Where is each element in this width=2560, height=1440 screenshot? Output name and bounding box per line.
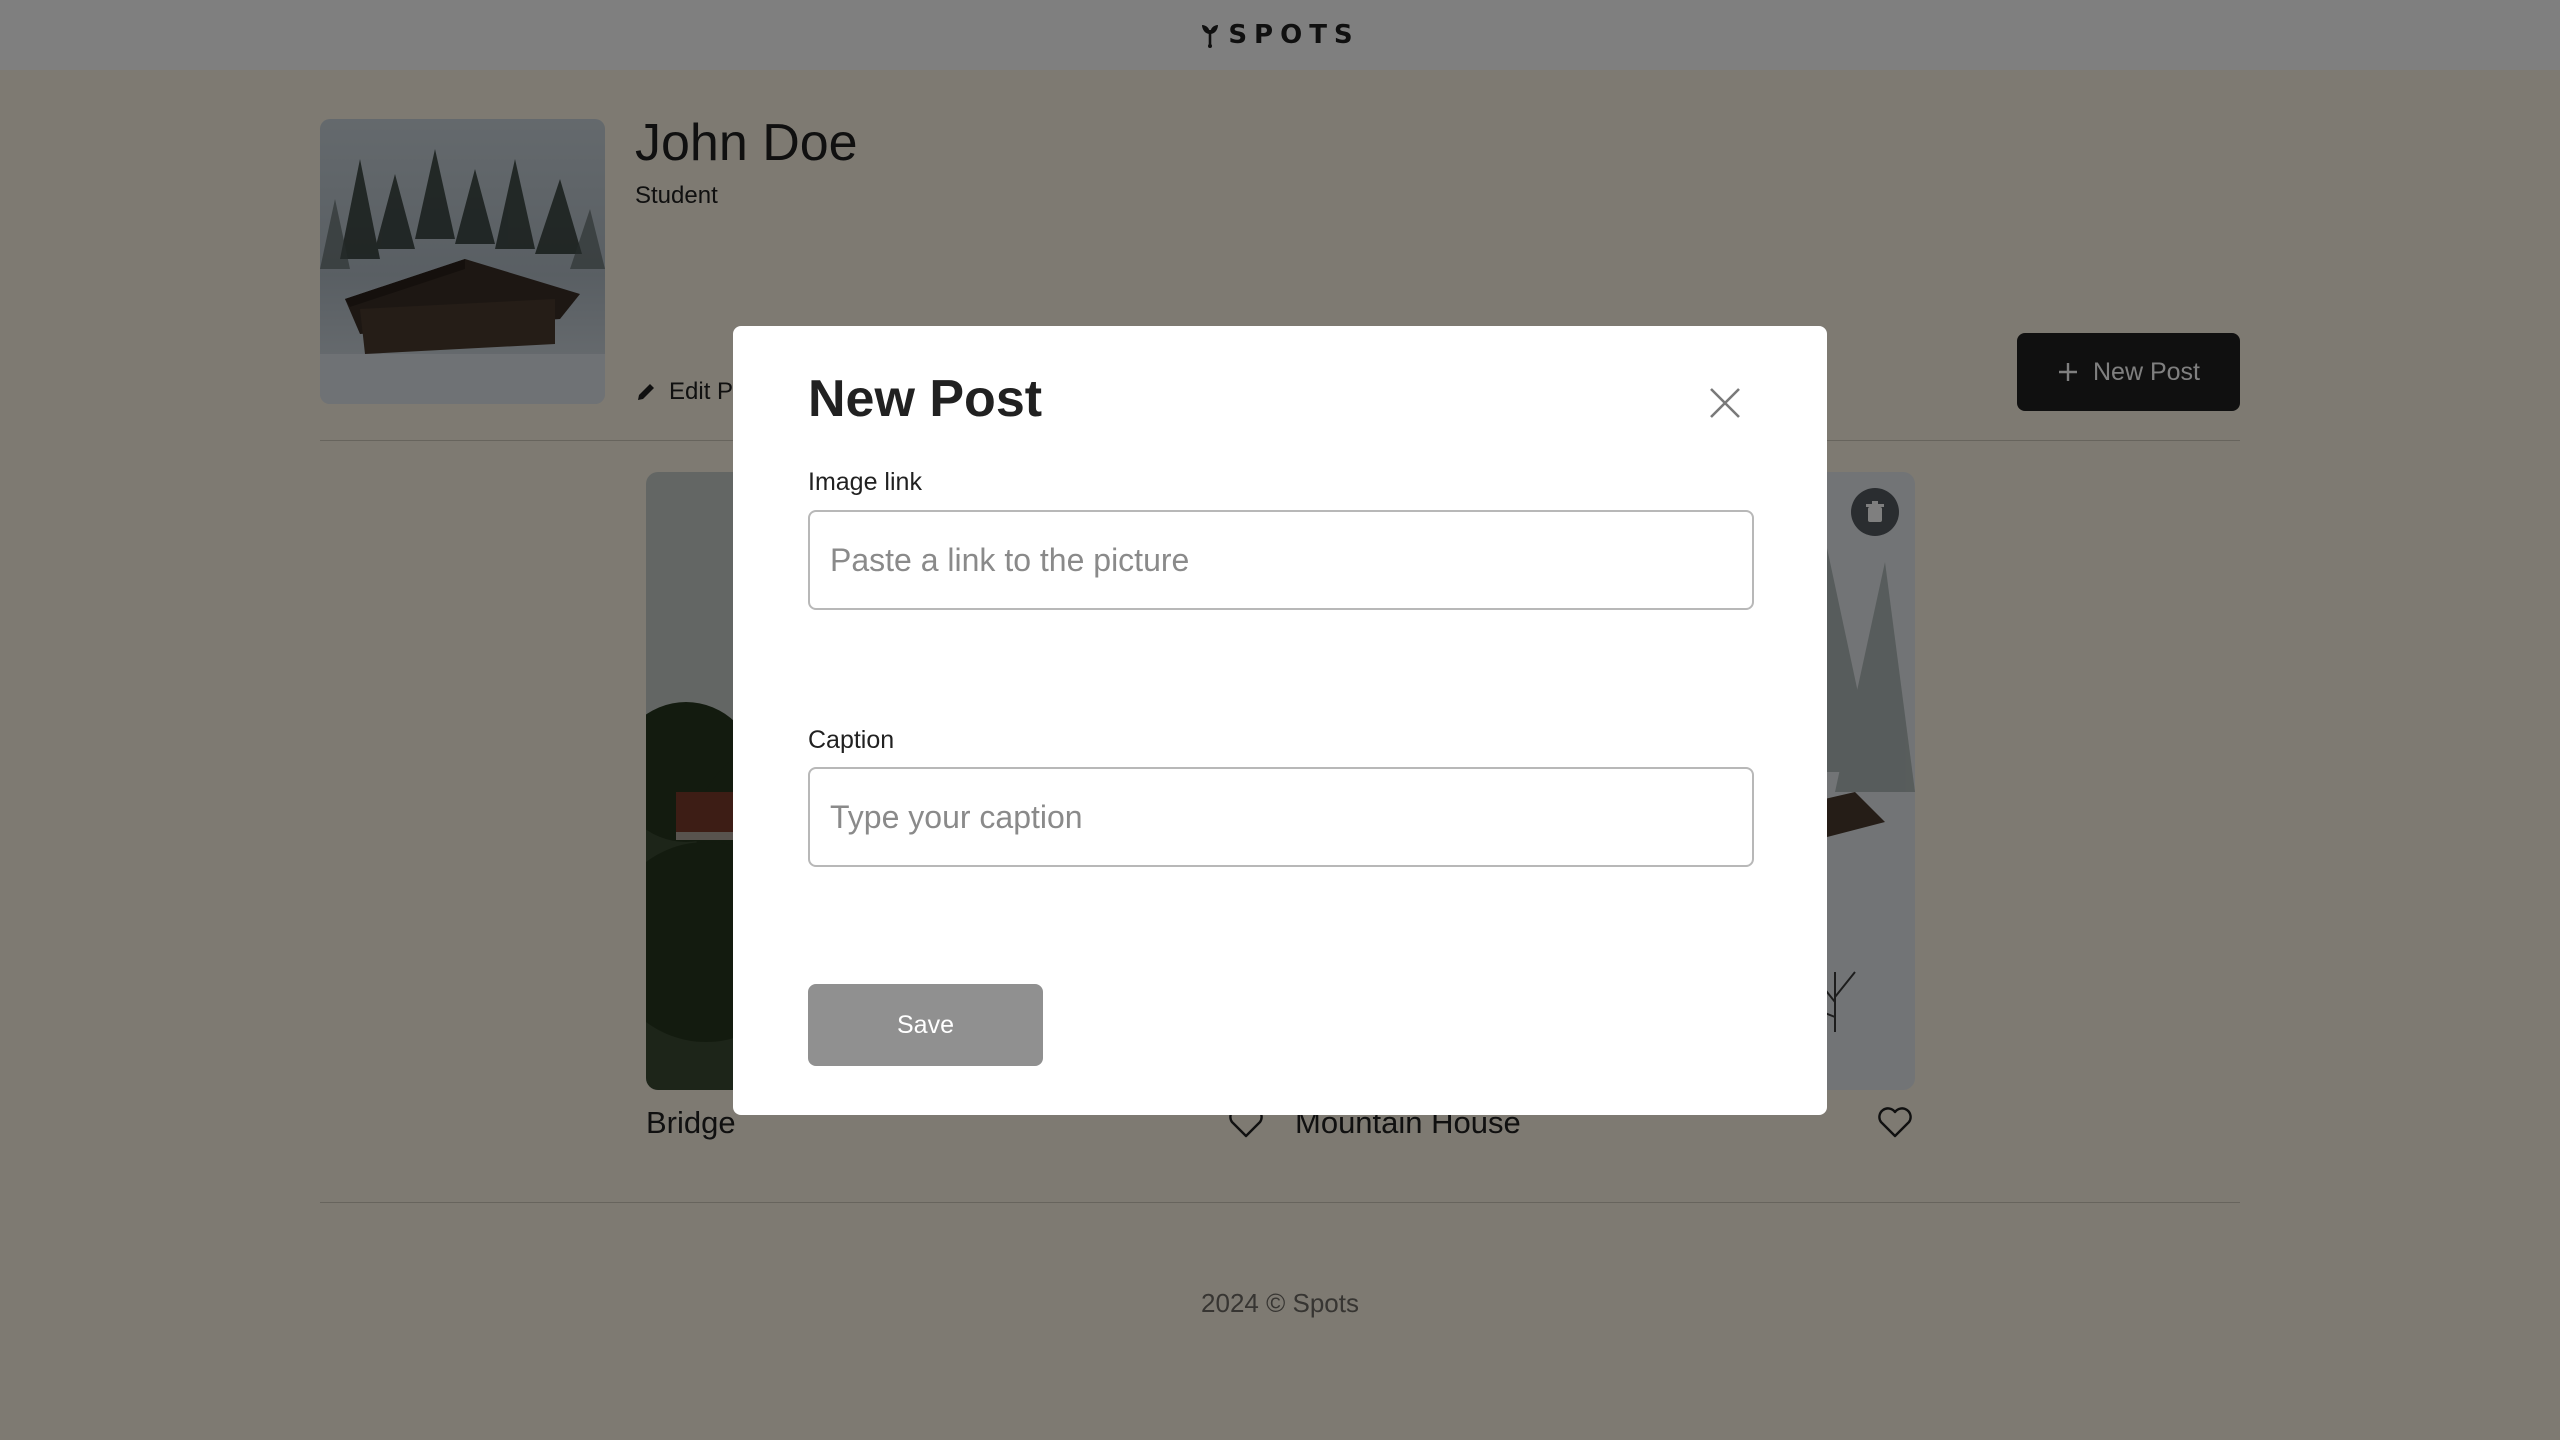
image-link-input[interactable] [808,510,1754,610]
caption-label: Caption [808,726,895,754]
modal-title: New Post [808,370,1043,428]
save-button[interactable]: Save [808,984,1043,1066]
close-button[interactable] [1703,381,1747,425]
image-link-label: Image link [808,468,922,496]
new-post-modal: New Post Image link Caption Save [733,326,1827,1115]
close-icon [1710,388,1740,418]
caption-input[interactable] [808,767,1754,867]
